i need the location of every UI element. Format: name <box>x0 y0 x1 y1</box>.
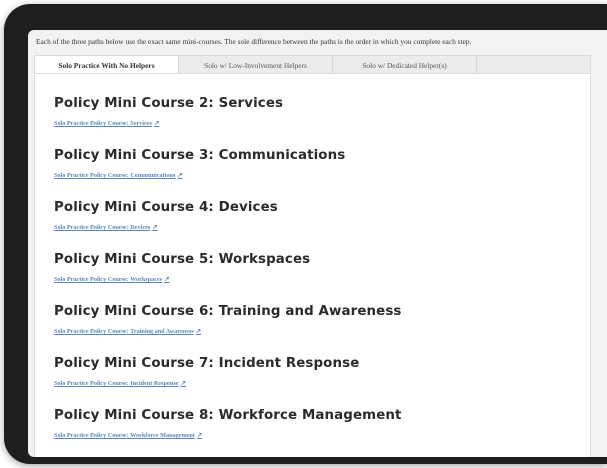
tab-solo-no-helpers[interactable]: Solo Practice With No Helpers <box>35 56 179 74</box>
tab-solo-dedicated-helpers[interactable]: Solo w/ Dedicated Helper(s) <box>333 56 477 74</box>
intro-text: Each of the three paths below use the ex… <box>36 37 472 46</box>
external-link-icon: ↗ <box>153 120 160 127</box>
course-item: Policy Mini Course 5: Workspaces Solo Pr… <box>54 252 310 286</box>
course-link[interactable]: Solo Practice Policy Course: Workforce M… <box>54 431 202 439</box>
course-title: Policy Mini Course 4: Devices <box>54 200 278 215</box>
external-link-icon: ↗ <box>152 224 158 231</box>
tab-panel: Policy Mini Course 2: Services Solo Prac… <box>34 73 591 457</box>
course-title: Policy Mini Course 3: Communications <box>54 148 346 163</box>
course-title: Policy Mini Course 2: Services <box>54 96 284 111</box>
course-item: Policy Mini Course 3: Communications Sol… <box>54 148 345 182</box>
course-title: Policy Mini Course 5: Workspaces <box>54 252 311 267</box>
course-title: Policy Mini Course 8: Workforce Manageme… <box>54 408 402 423</box>
tab-solo-low-involvement-helpers[interactable]: Solo w/ Low-Involvement Helpers <box>179 56 333 74</box>
course-item: Policy Mini Course 7: Incident Response … <box>54 356 359 390</box>
course-item: Policy Mini Course 8: Workforce Manageme… <box>54 408 402 442</box>
course-link[interactable]: Solo Practice Policy Course: Incident Re… <box>54 379 186 387</box>
course-title: Policy Mini Course 7: Incident Response <box>54 356 360 371</box>
course-title: Policy Mini Course 6: Training and Aware… <box>54 304 402 319</box>
course-link[interactable]: Solo Practice Policy Course: Workspaces ↗ <box>54 275 170 283</box>
external-link-icon: ↗ <box>180 380 186 387</box>
external-link-icon: ↗ <box>164 276 170 283</box>
course-link[interactable]: Solo Practice Policy Course: Communicati… <box>54 171 183 179</box>
course-link[interactable]: Solo Practice Policy Course: Training an… <box>54 327 201 335</box>
external-link-icon: ↗ <box>196 432 203 439</box>
course-item: Policy Mini Course 4: Devices Solo Pract… <box>54 200 278 234</box>
tablet-screen: Each of the three paths below use the ex… <box>28 30 607 457</box>
tablet-device-frame: Each of the three paths below use the ex… <box>4 4 607 464</box>
course-item: Policy Mini Course 6: Training and Aware… <box>54 304 401 338</box>
external-link-icon: ↗ <box>177 172 183 179</box>
course-item: Policy Mini Course 2: Services Solo Prac… <box>54 96 283 130</box>
course-link[interactable]: Solo Practice Policy Course: Services ↗ <box>54 119 159 127</box>
course-link[interactable]: Solo Practice Policy Course: Devices ↗ <box>54 223 158 231</box>
external-link-icon: ↗ <box>195 328 202 335</box>
path-tabs: Solo Practice With No Helpers Solo w/ Lo… <box>34 55 591 74</box>
